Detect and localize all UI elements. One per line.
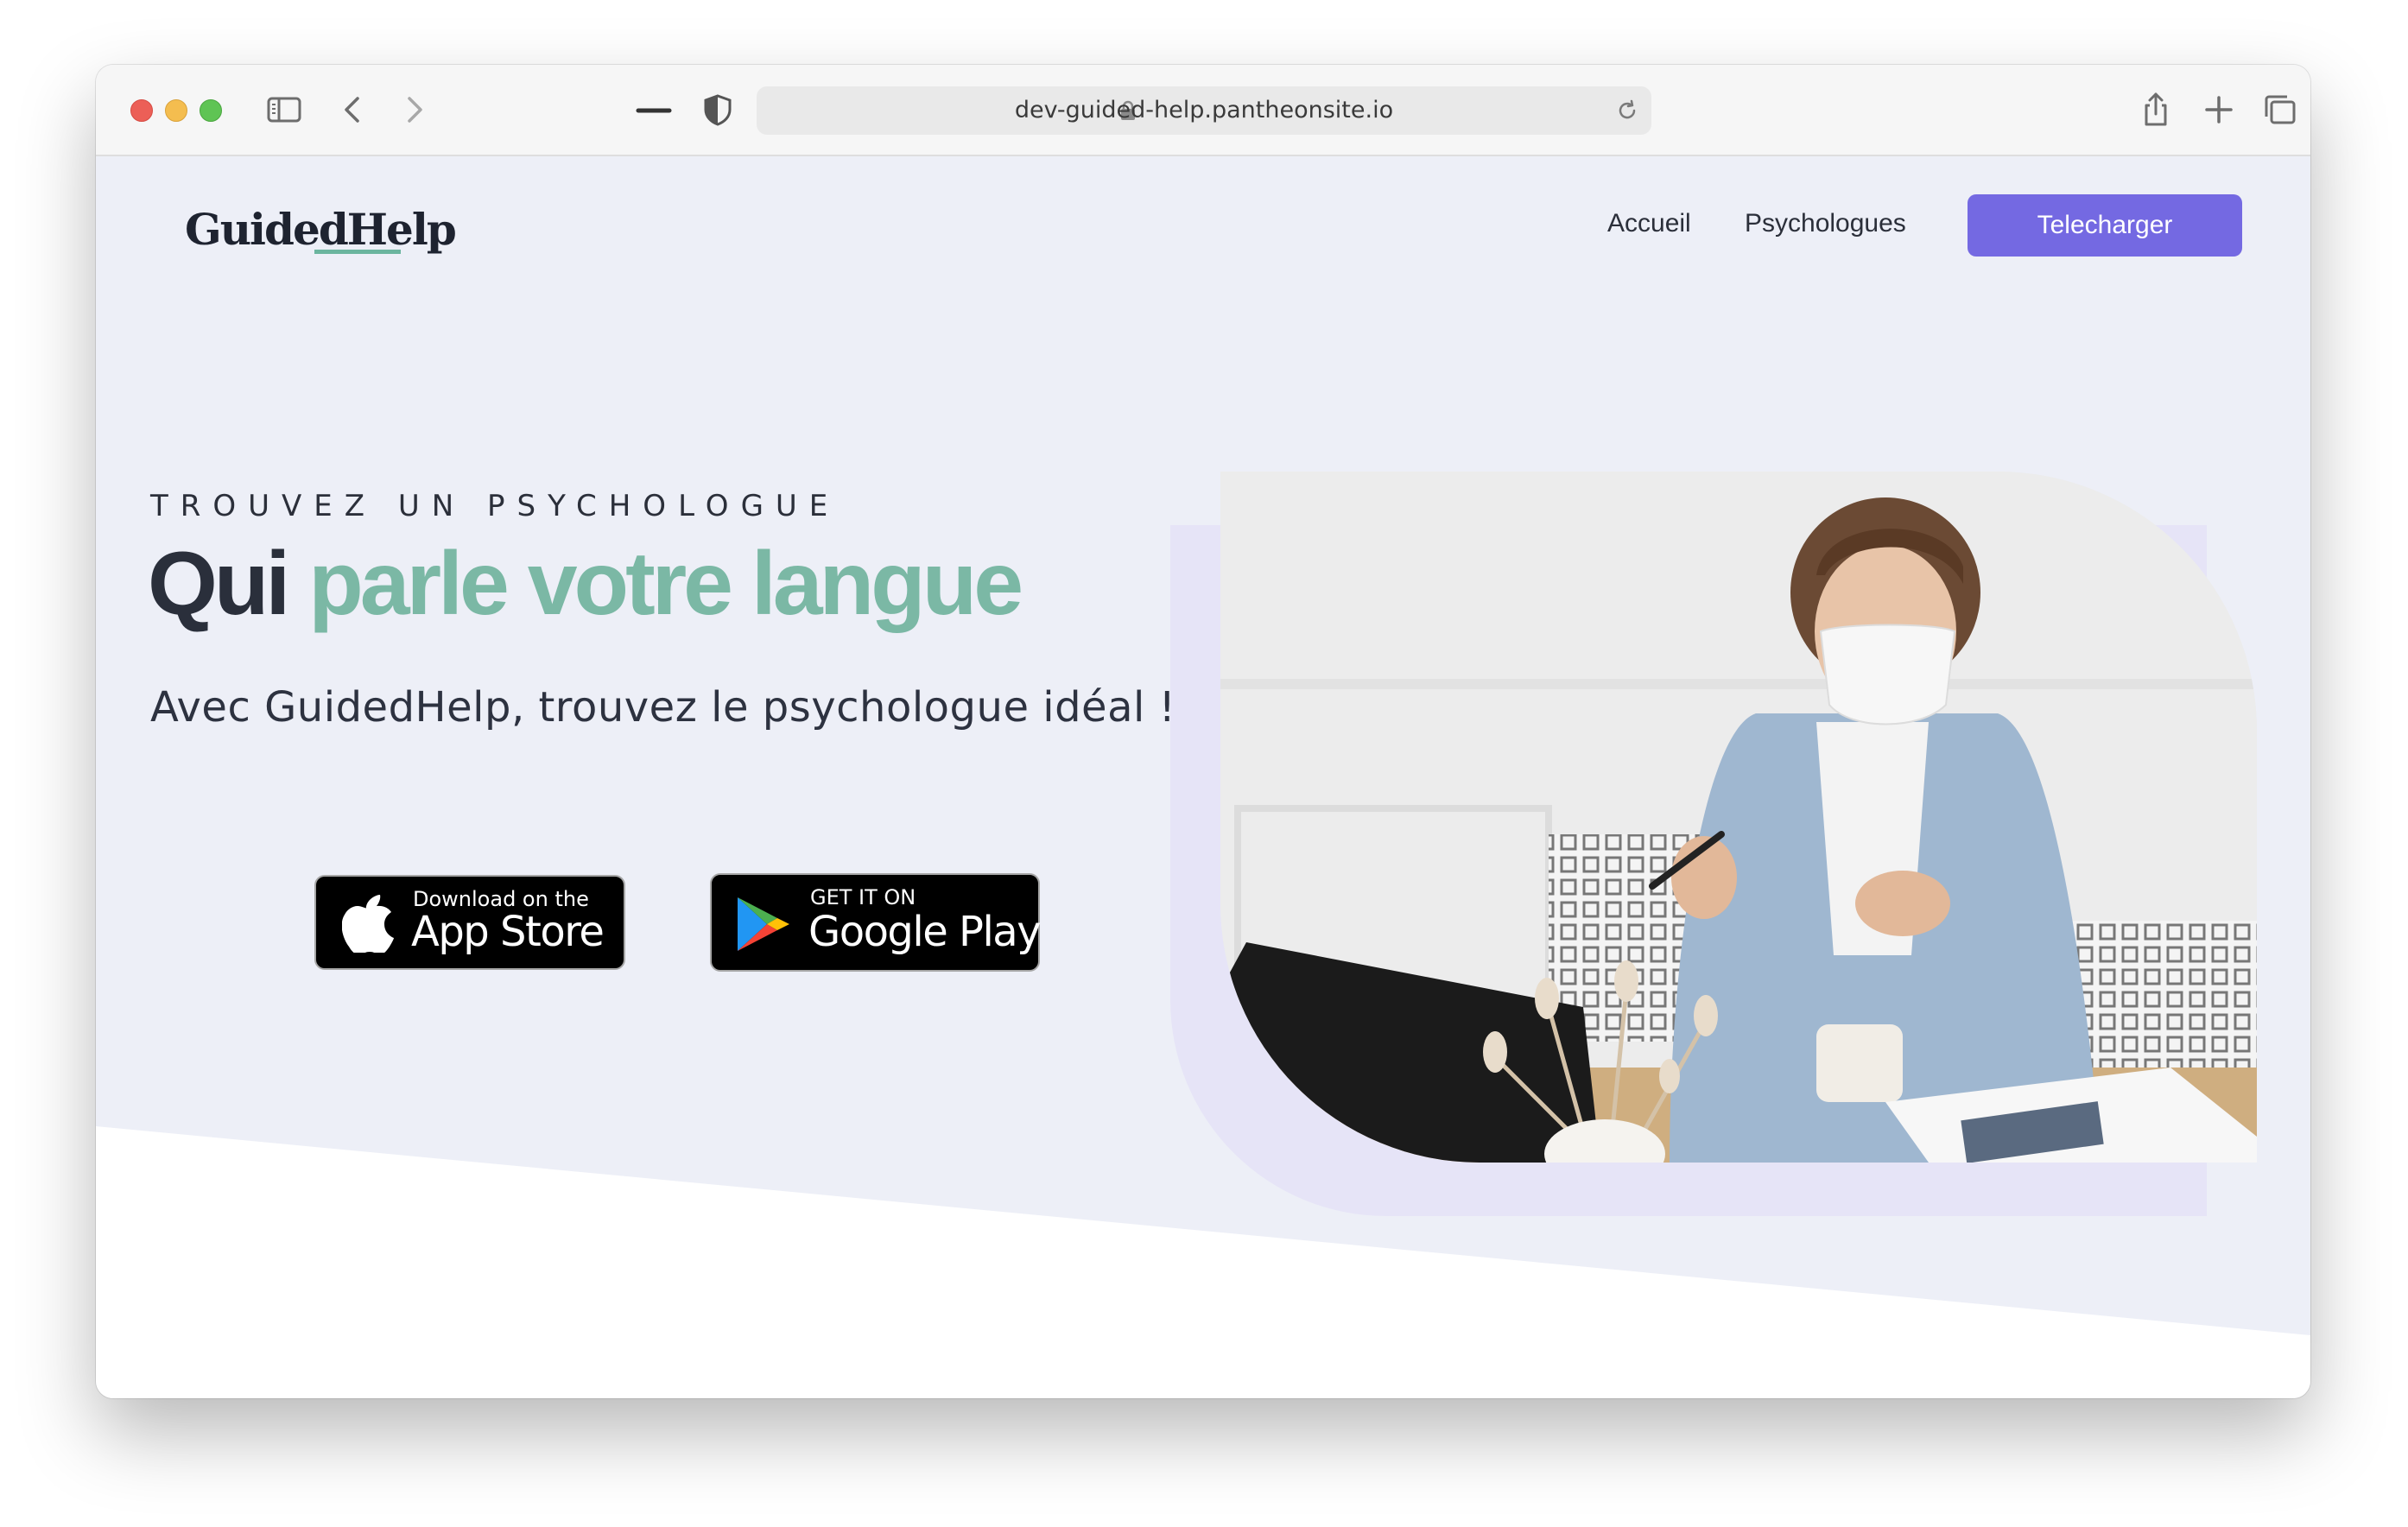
nav-link-psychologues[interactable]: Psychologues <box>1745 206 1906 241</box>
logo-text: GuidedHelp <box>185 204 457 255</box>
browser-window: dev-guided-help.pantheonsite.io GuidedHe… <box>96 65 2310 1398</box>
logo-underline <box>314 250 401 254</box>
forward-icon[interactable] <box>395 91 433 129</box>
url-text: dev-guided-help.pantheonsite.io <box>1014 97 1394 124</box>
google-play-icon <box>738 897 789 951</box>
nav-link-accueil[interactable]: Accueil <box>1607 206 1691 241</box>
download-button[interactable]: Telecharger <box>1968 194 2242 257</box>
google-play-badge[interactable]: GET IT ON Google Play <box>710 873 1042 972</box>
hero-eyebrow: TROUVEZ UN PSYCHOLOGUE <box>150 489 840 523</box>
address-bar[interactable]: dev-guided-help.pantheonsite.io <box>757 86 1651 135</box>
shield-icon[interactable] <box>699 91 737 129</box>
back-icon[interactable] <box>334 91 372 129</box>
apple-icon <box>342 895 394 953</box>
minimize-window-button[interactable] <box>165 99 187 122</box>
web-page: GuidedHelp Accueil Psychologues Telechar… <box>96 156 2310 1398</box>
app-store-badge[interactable]: Download on the App Store <box>314 875 625 970</box>
hero-subtitle: Avec GuidedHelp, trouvez le psychologue … <box>150 683 1176 732</box>
reload-icon[interactable] <box>1615 98 1639 123</box>
zoom-window-button[interactable] <box>200 99 222 122</box>
share-icon[interactable] <box>2137 91 2175 129</box>
hero-headline: Qui parle votre langue <box>148 528 1023 640</box>
browser-toolbar: dev-guided-help.pantheonsite.io <box>96 65 2310 156</box>
site-logo[interactable]: GuidedHelp <box>185 200 457 260</box>
tabs-overview-icon[interactable] <box>2261 91 2299 129</box>
google-play-big-text: Google Play <box>808 908 1042 956</box>
headline-dark-text: Qui <box>148 534 290 634</box>
new-tab-icon[interactable] <box>2200 91 2238 129</box>
close-window-button[interactable] <box>130 99 153 122</box>
headline-accent-text: parle votre langue <box>308 534 1023 634</box>
hero-photo <box>1220 472 2257 1163</box>
google-play-small-text: GET IT ON <box>810 885 916 909</box>
minimize-icon[interactable] <box>635 91 673 129</box>
app-store-big-text: App Store <box>411 908 605 956</box>
sidebar-icon[interactable] <box>265 91 303 129</box>
